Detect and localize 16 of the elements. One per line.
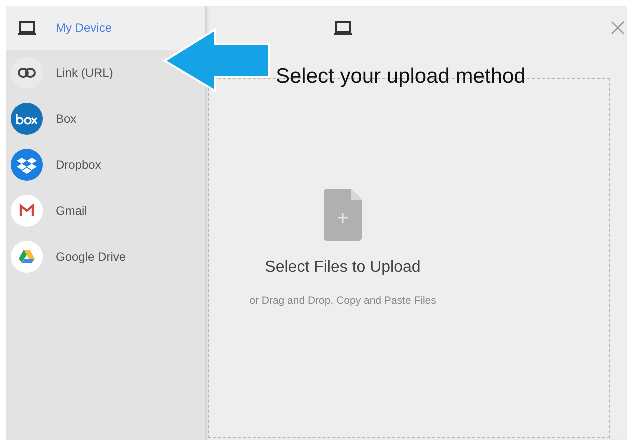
- dropbox-logo-icon: [11, 149, 43, 181]
- sidebar-item[interactable]: Dropbox: [6, 142, 108, 188]
- drive-logo-icon: [11, 241, 43, 273]
- laptop-icon: [18, 20, 36, 36]
- link-icon: [11, 57, 43, 89]
- drop-zone-title: Select Files to Upload: [265, 259, 421, 277]
- box-logo-icon: [11, 103, 43, 135]
- sidebar-item[interactable]: Gmail: [6, 188, 94, 234]
- gmail-logo-icon: [11, 195, 43, 227]
- file-add-icon: [324, 189, 362, 241]
- sidebar-item[interactable]: Box: [6, 96, 83, 142]
- sidebar-item[interactable]: Link (URL): [6, 50, 120, 96]
- laptop-icon: [334, 21, 352, 36]
- drop-zone-hint: or Drag and Drop, Copy and Paste Files: [250, 295, 436, 307]
- sidebar-item[interactable]: Google Drive: [6, 234, 132, 280]
- sidebar-item[interactable]: My Device: [6, 6, 205, 50]
